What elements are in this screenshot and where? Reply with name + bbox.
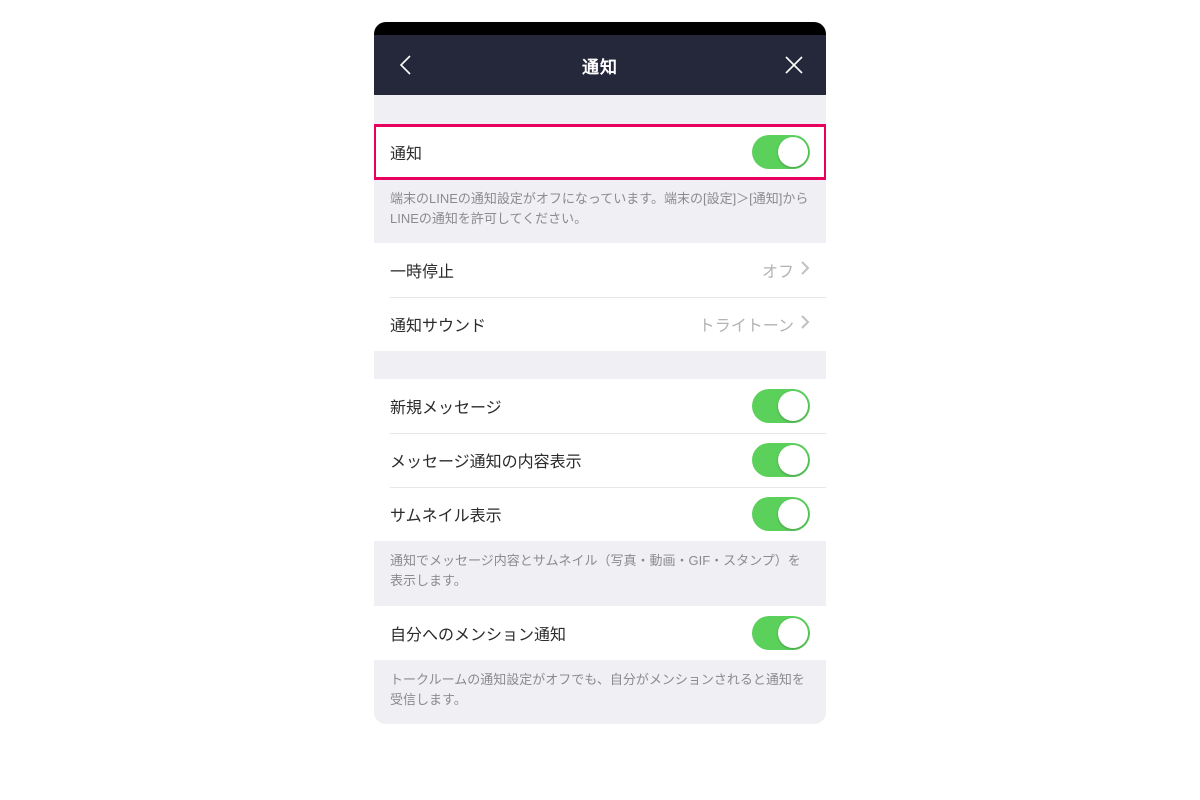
row-label: 通知サウンド [390,312,486,336]
page-title: 通知 [582,53,618,78]
back-icon[interactable] [392,51,420,79]
row-thumbnail[interactable]: サムネイル表示 [374,487,826,541]
header-bar: 通知 [374,35,826,95]
row-show-content[interactable]: メッセージ通知の内容表示 [374,433,826,487]
section-message-toggles: 新規メッセージ メッセージ通知の内容表示 サムネイル表示 [374,379,826,541]
row-label: サムネイル表示 [390,502,502,526]
note-thumbnail: 通知でメッセージ内容とサムネイル（写真・動画・GIF・スタンプ）を表示します。 [374,541,826,605]
row-notifications[interactable]: 通知 [374,125,826,179]
chevron-right-icon [800,314,810,335]
section-pause-sound: 一時停止 オフ 通知サウンド トライトーン [374,243,826,351]
row-value: トライトーン [699,312,810,336]
row-label: メッセージ通知の内容表示 [390,448,582,472]
row-label: 自分へのメンション通知 [390,621,566,645]
spacer [374,95,826,125]
toggle-notifications[interactable] [752,135,810,169]
close-icon[interactable] [780,51,808,79]
row-label: 通知 [390,140,422,164]
status-bar [374,22,826,35]
value-text: オフ [762,258,794,282]
chevron-right-icon [800,260,810,281]
section-mention: 自分へのメンション通知 [374,606,826,660]
row-label: 新規メッセージ [390,394,502,418]
section-gap [374,351,826,379]
toggle-mention[interactable] [752,616,810,650]
section-main-toggle: 通知 [374,125,826,179]
toggle-show-content[interactable] [752,443,810,477]
row-new-message[interactable]: 新規メッセージ [374,379,826,433]
toggle-new-message[interactable] [752,389,810,423]
row-value: オフ [762,258,810,282]
row-pause[interactable]: 一時停止 オフ [374,243,826,297]
value-text: トライトーン [699,312,794,336]
toggle-thumbnail[interactable] [752,497,810,531]
note-mention: トークルームの通知設定がオフでも、自分がメンションされると通知を受信します。 [374,660,826,724]
row-sound[interactable]: 通知サウンド トライトーン [374,297,826,351]
phone-frame: 通知 通知 端末のLINEの通知設定がオフになっています。端末の[設定]＞[通知… [374,22,826,724]
note-device-off: 端末のLINEの通知設定がオフになっています。端末の[設定]＞[通知]からLIN… [374,179,826,243]
row-mention[interactable]: 自分へのメンション通知 [374,606,826,660]
row-label: 一時停止 [390,258,454,282]
